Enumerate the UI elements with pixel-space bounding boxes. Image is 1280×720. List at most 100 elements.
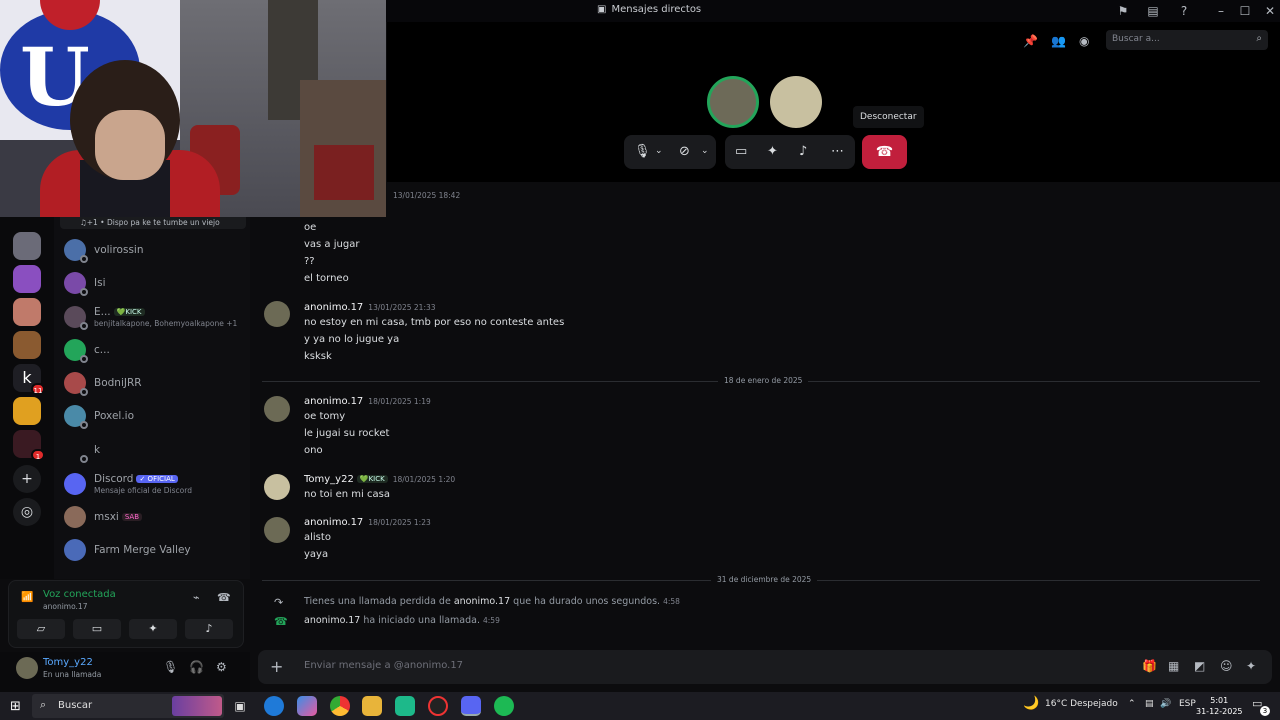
dm-item[interactable]: Discord ✓ OFICIAL Mensaje oficial de Disc… bbox=[64, 469, 246, 499]
apps-icon[interactable]: ✦ bbox=[1246, 659, 1256, 673]
add-server-icon[interactable]: + bbox=[13, 465, 41, 493]
camera-off-button[interactable]: ▱ bbox=[17, 619, 65, 639]
noise-suppression-icon[interactable]: ⌁ bbox=[193, 591, 200, 604]
call-started-icon: ☎ bbox=[274, 615, 288, 628]
spotify-icon[interactable] bbox=[494, 696, 514, 716]
chevron-up-icon[interactable]: ⌃ bbox=[1128, 699, 1136, 709]
system-message: Tienes una llamada perdida de anonimo.17… bbox=[304, 596, 680, 607]
server-icon[interactable] bbox=[13, 298, 41, 326]
dm-item[interactable]: k bbox=[64, 435, 246, 465]
dm-item[interactable]: msxi SAB bbox=[64, 502, 246, 532]
copilot-icon[interactable] bbox=[297, 696, 317, 716]
minimize-button[interactable]: – bbox=[1213, 3, 1229, 19]
dm-item[interactable]: BodniJRR bbox=[64, 368, 246, 398]
server-icon[interactable]: 1 bbox=[13, 430, 45, 461]
taskbar-search[interactable]: ⌕ Buscar bbox=[32, 694, 224, 718]
more-icon[interactable]: ⋯ bbox=[831, 144, 844, 159]
microphone-icon[interactable]: 🎙 bbox=[634, 144, 651, 159]
attach-plus-icon[interactable]: + bbox=[270, 657, 283, 676]
dm-item[interactable]: Poxel.io bbox=[64, 401, 246, 431]
gift-icon[interactable]: 🎁 bbox=[1142, 659, 1157, 673]
dm-icon: ▣ bbox=[597, 4, 607, 15]
avatar[interactable] bbox=[264, 517, 290, 543]
message-input[interactable]: + Enviar mensaje a @anonimo.17 🎁 ▦ ◩ ☺ ✦ bbox=[258, 650, 1272, 684]
server-icon[interactable]: k 11 bbox=[13, 364, 45, 395]
avatar[interactable] bbox=[264, 301, 290, 327]
inbox-flag-icon[interactable]: ⚑ bbox=[1115, 3, 1131, 19]
disconnect-icon[interactable]: ☎ bbox=[217, 591, 231, 604]
dm-item[interactable]: volirossin bbox=[64, 235, 246, 265]
avatar bbox=[64, 272, 88, 296]
gif-icon[interactable]: ▦ bbox=[1168, 659, 1179, 673]
avatar bbox=[64, 405, 88, 429]
dm-item[interactable]: Farm Merge Valley bbox=[64, 535, 246, 565]
network-icon[interactable]: ▤ bbox=[1145, 699, 1154, 709]
dm-activity-status: ♫+1 • Dispo pa ke te tumbe un viejo bbox=[80, 218, 220, 227]
file-explorer-icon[interactable] bbox=[362, 696, 382, 716]
search-input[interactable]: Buscar a... ⌕ bbox=[1106, 30, 1268, 50]
participant-avatar[interactable] bbox=[770, 76, 822, 128]
message-timestamp: 13/01/2025 18:42 bbox=[393, 191, 461, 200]
app-icon[interactable] bbox=[395, 696, 415, 716]
message-text: alisto bbox=[304, 532, 331, 543]
sticker-icon[interactable]: ◩ bbox=[1194, 659, 1205, 673]
app-icon[interactable] bbox=[428, 696, 448, 716]
dm-item[interactable]: Isi bbox=[64, 268, 246, 298]
headphones-icon[interactable]: 🎧 bbox=[189, 660, 204, 674]
avatar[interactable] bbox=[264, 396, 290, 422]
task-view-icon[interactable]: ▣ bbox=[230, 696, 250, 716]
user-panel: Tomy_y22 En una llamada 🎙 🎧 ⚙ bbox=[0, 652, 250, 692]
avatar bbox=[64, 306, 88, 330]
help-icon[interactable]: ? bbox=[1176, 3, 1192, 19]
emoji-icon[interactable]: ☺ bbox=[1220, 659, 1233, 673]
webcam-overlay: U bbox=[0, 0, 386, 217]
screen-share-button[interactable]: ▭ bbox=[73, 619, 121, 639]
dm-list: ♫+1 • Dispo pa ke te tumbe un viejo voli… bbox=[54, 217, 250, 579]
participant-avatar[interactable] bbox=[707, 76, 759, 128]
activities-button[interactable]: ✦ bbox=[129, 619, 177, 639]
message-text: le jugai su rocket bbox=[304, 428, 390, 439]
avatar[interactable] bbox=[264, 474, 290, 500]
maximize-button[interactable]: ☐ bbox=[1237, 3, 1253, 19]
screen-share-icon[interactable]: ▭ bbox=[735, 144, 747, 159]
server-icon[interactable] bbox=[13, 232, 41, 260]
dm-item[interactable]: c... bbox=[64, 335, 246, 365]
discover-icon[interactable]: ◎ bbox=[13, 498, 41, 526]
soundboard-icon[interactable]: ♪ bbox=[799, 144, 807, 159]
discord-taskbar-icon[interactable] bbox=[461, 696, 481, 716]
inbox-icon[interactable]: ▤ bbox=[1145, 3, 1161, 19]
message-text: oe tomy bbox=[304, 411, 346, 422]
signal-icon[interactable]: 📶 bbox=[21, 592, 35, 606]
avatar[interactable] bbox=[16, 657, 38, 679]
activities-icon[interactable]: ✦ bbox=[767, 144, 778, 159]
camera-off-icon[interactable]: ⊘ bbox=[679, 144, 690, 159]
chrome-icon[interactable] bbox=[330, 696, 350, 716]
disconnect-tooltip: Desconectar bbox=[853, 106, 924, 128]
windows-start-icon[interactable]: ⊞ bbox=[10, 699, 21, 714]
volume-icon[interactable]: 🔊 bbox=[1160, 699, 1171, 709]
dm-item[interactable]: E... 💚KICK benjitalkapone, Bohemyoalkapon… bbox=[64, 302, 246, 332]
close-button[interactable]: ✕ bbox=[1262, 3, 1278, 19]
chevron-down-icon[interactable]: ⌄ bbox=[655, 146, 663, 156]
system-message: anonimo.17 ha iniciado una llamada. 4:59 bbox=[304, 615, 500, 626]
search-icon: ⌕ bbox=[40, 698, 47, 711]
profile-icon[interactable]: ◉ bbox=[1079, 34, 1089, 48]
settings-gear-icon[interactable]: ⚙ bbox=[216, 660, 227, 674]
soundboard-button[interactable]: ♪ bbox=[185, 619, 233, 639]
pin-icon[interactable]: 📌 bbox=[1023, 34, 1038, 48]
discord-avatar-icon bbox=[64, 473, 86, 495]
server-icon[interactable] bbox=[13, 331, 41, 359]
disconnect-button[interactable]: ☎ bbox=[862, 135, 907, 169]
server-icon[interactable] bbox=[13, 265, 41, 293]
microphone-icon[interactable]: 🎙 bbox=[163, 660, 178, 674]
clock[interactable]: 5:01 31-12-2025 bbox=[1196, 695, 1243, 717]
avatar bbox=[64, 372, 88, 396]
discord-avatar-icon bbox=[64, 339, 88, 363]
avatar bbox=[64, 539, 86, 561]
chevron-down-icon[interactable]: ⌄ bbox=[701, 146, 709, 156]
edge-icon[interactable] bbox=[264, 696, 284, 716]
add-friends-icon[interactable]: 👥 bbox=[1051, 34, 1066, 48]
chat-messages: 13/01/2025 18:42 oe vas a jugar ?? el to… bbox=[250, 182, 1280, 652]
server-icon[interactable] bbox=[13, 397, 41, 425]
message-text: ksksk bbox=[304, 351, 332, 362]
